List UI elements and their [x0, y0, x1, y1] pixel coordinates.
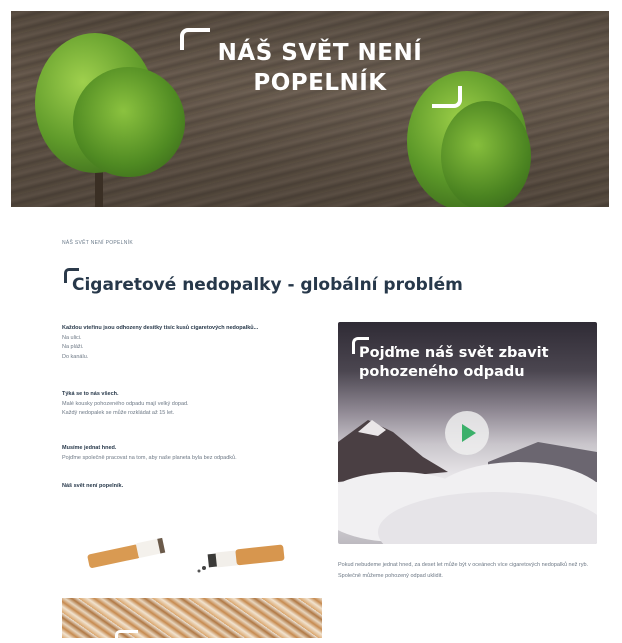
ash-crumb: [197, 569, 201, 573]
section-title: Cigaretové nedopalky - globální problém: [72, 275, 463, 295]
text-block-2: Týká se to nás všech. Malé kousky pohoze…: [62, 390, 189, 419]
text-block-1: Každou vteřinu jsou odhozeny desítky tis…: [62, 324, 258, 362]
play-icon[interactable]: [445, 411, 489, 455]
text-line: Do kanálu.: [62, 353, 89, 360]
video-caption: Pokud nebudeme jednat hned, za deset let…: [338, 562, 589, 579]
text-block-3: Musíme jednat hned. Pojďme společně prac…: [62, 444, 237, 463]
filter-1: [87, 544, 141, 568]
paper-2: [215, 550, 239, 568]
cigarette-pile-image: [62, 598, 322, 638]
ash-crumb: [202, 566, 206, 570]
cigarette-butts-image: [87, 537, 285, 573]
tree-right-crown: [441, 101, 531, 207]
text-line: Malé kousky pohozeného odpadu mají velký…: [62, 400, 189, 407]
filter-2: [235, 544, 285, 566]
pile-bracket: [115, 630, 138, 643]
text-block-heading: Týká se to nás všech.: [62, 391, 119, 397]
hero-title: NÁŠ SVĚT NENÍ POPELNÍK: [217, 40, 423, 96]
text-block-heading: Musíme jednat hned.: [62, 445, 117, 451]
text-line: Každý nedopalek se může rozkládat až 15 …: [62, 410, 175, 416]
text-line: Na ulici.: [62, 334, 82, 341]
text-line: Na pláži.: [62, 344, 84, 350]
text-line: Pojďme společně pracovat na tom, aby naš…: [62, 454, 237, 461]
video-title: Pojďme náš svět zbavit pohozeného odpadu: [359, 345, 549, 380]
text-block-heading: Každou vteřinu jsou odhozeny desítky tis…: [62, 325, 259, 331]
text-block-4: Náš svět není popelník.: [62, 482, 123, 492]
text-block-heading: Náš svět není popelník.: [62, 483, 124, 489]
hero-bracket-bottom-right: [432, 86, 462, 108]
tree-left-crown: [73, 67, 185, 177]
breadcrumb[interactable]: NÁŠ SVĚT NENÍ POPELNÍK: [62, 240, 133, 246]
